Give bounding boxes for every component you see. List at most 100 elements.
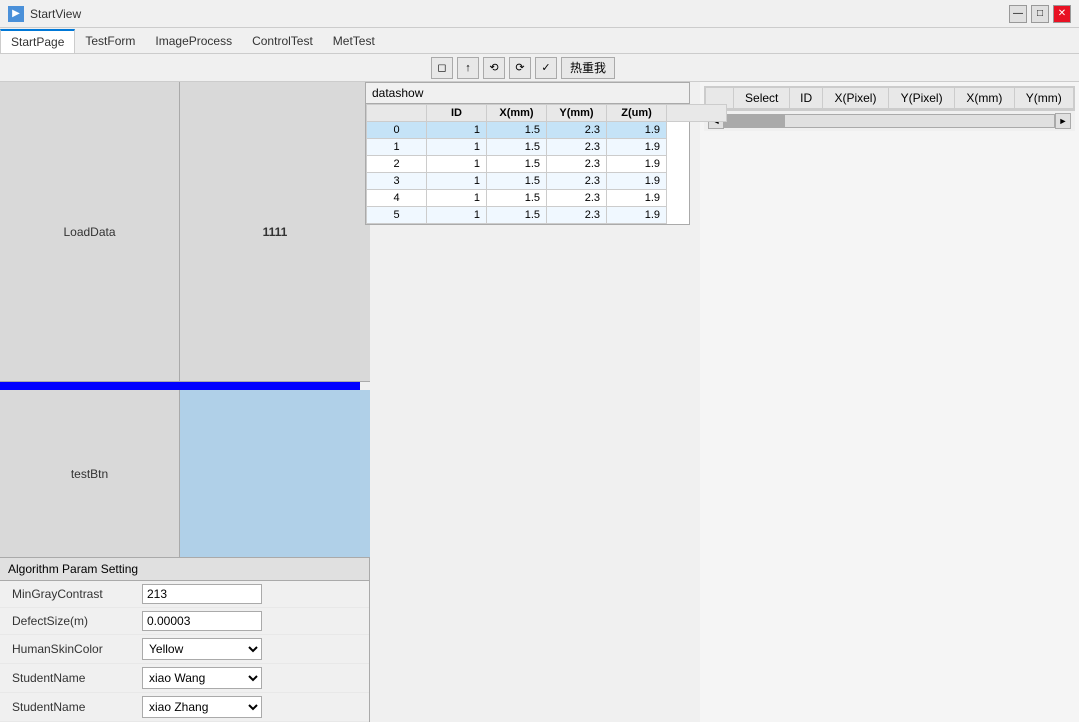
datashow-cell-y: 2.3 bbox=[547, 207, 607, 224]
data-value-display: 1111 bbox=[180, 82, 370, 381]
datashow-cell-rownum: 5 bbox=[367, 207, 427, 224]
algo-title: Algorithm Param Setting bbox=[0, 558, 369, 581]
datashow-cell-id: 1 bbox=[427, 122, 487, 139]
right-panel: Select ID X(Pixel) Y(Pixel) X(mm) Y(mm) … bbox=[700, 82, 1079, 722]
minimize-button[interactable]: — bbox=[1009, 5, 1027, 23]
datashow-cell-id: 1 bbox=[427, 139, 487, 156]
datashow-table: ID X(mm) Y(mm) Z(um) 0 1 1.5 2.3 1.9 1 1… bbox=[366, 104, 727, 224]
bottom-area: testBtn bbox=[0, 390, 370, 557]
datashow-row[interactable]: 1 1 1.5 2.3 1.9 bbox=[367, 139, 727, 156]
algo-row-mingray: MinGrayContrast bbox=[0, 581, 369, 608]
right-col-id: ID bbox=[790, 88, 822, 109]
algo-select-student2[interactable]: xiao Wang xiao Zhang bbox=[142, 696, 262, 718]
scroll-track[interactable] bbox=[724, 114, 1055, 128]
toolbar: ◻ ↑ ⟲ ⟳ ✓ 热重我 bbox=[0, 54, 1079, 82]
datashow-row[interactable]: 3 1 1.5 2.3 1.9 bbox=[367, 173, 727, 190]
datashow-cell-z: 1.9 bbox=[607, 156, 667, 173]
datashow-col-row bbox=[367, 105, 427, 122]
menu-controltest[interactable]: ControlTest bbox=[242, 30, 323, 52]
scroll-thumb bbox=[725, 115, 785, 127]
datashow-cell-z: 1.9 bbox=[607, 122, 667, 139]
toolbar-hot-reload[interactable]: 热重我 bbox=[561, 57, 615, 79]
menu-mettest[interactable]: MetTest bbox=[323, 30, 385, 52]
algo-label-skincolor: HumanSkinColor bbox=[12, 642, 142, 656]
toolbar-btn-redo[interactable]: ⟳ bbox=[509, 57, 531, 79]
test-btn-button[interactable]: testBtn bbox=[0, 390, 180, 557]
datashow-cell-rownum: 3 bbox=[367, 173, 427, 190]
datashow-cell-rownum: 2 bbox=[367, 156, 427, 173]
datashow-cell-x: 1.5 bbox=[487, 122, 547, 139]
menu-startpage[interactable]: StartPage bbox=[0, 29, 75, 53]
h-scrollbar[interactable]: ◄ ► bbox=[704, 110, 1075, 131]
algo-input-mingray[interactable] bbox=[142, 584, 262, 604]
datashow-cell-rownum: 0 bbox=[367, 122, 427, 139]
algo-select-student1[interactable]: xiao Wang xiao Zhang bbox=[142, 667, 262, 689]
title-bar: ▶ StartView — □ ✕ bbox=[0, 0, 1079, 28]
window-controls: — □ ✕ bbox=[1009, 5, 1071, 23]
datashow-col-scroll bbox=[667, 105, 727, 122]
right-col-xmm: X(mm) bbox=[955, 88, 1014, 109]
datashow-cell-rownum: 1 bbox=[367, 139, 427, 156]
datashow-cell-id: 1 bbox=[427, 156, 487, 173]
algo-label-defect: DefectSize(m) bbox=[12, 614, 142, 628]
datashow-cell-x: 1.5 bbox=[487, 139, 547, 156]
datashow-cell-y: 2.3 bbox=[547, 122, 607, 139]
algo-row-student2: StudentName xiao Wang xiao Zhang bbox=[0, 693, 369, 722]
datashow-col-y: Y(mm) bbox=[547, 105, 607, 122]
load-data-button[interactable]: LoadData bbox=[0, 82, 180, 381]
datashow-col-id: ID bbox=[427, 105, 487, 122]
datashow-cell-z: 1.9 bbox=[607, 190, 667, 207]
datashow-panel: datashow ID X(mm) Y(mm) Z(um) 0 1 1.5 2.… bbox=[365, 82, 690, 225]
algo-row-student1: StudentName xiao Wang xiao Zhang bbox=[0, 664, 369, 693]
menu-bar: StartPage TestForm ImageProcess ControlT… bbox=[0, 28, 1079, 54]
datashow-col-x: X(mm) bbox=[487, 105, 547, 122]
toolbar-btn-up[interactable]: ↑ bbox=[457, 57, 479, 79]
toolbar-btn-undo[interactable]: ⟲ bbox=[483, 57, 505, 79]
datashow-cell-id: 1 bbox=[427, 173, 487, 190]
left-column: LoadData 1111 testBtn Algorithm Param Se… bbox=[0, 82, 370, 722]
algo-label-student1: StudentName bbox=[12, 671, 142, 685]
datashow-cell-x: 1.5 bbox=[487, 173, 547, 190]
datashow-cell-z: 1.9 bbox=[607, 207, 667, 224]
algo-select-skincolor[interactable]: Yellow Brown Dark bbox=[142, 638, 262, 660]
datashow-row[interactable]: 5 1 1.5 2.3 1.9 bbox=[367, 207, 727, 224]
app-icon: ▶ bbox=[8, 6, 24, 22]
algo-panel: Algorithm Param Setting MinGrayContrast … bbox=[0, 557, 370, 722]
right-col-xpix: X(Pixel) bbox=[822, 88, 888, 109]
datashow-col-z: Z(um) bbox=[607, 105, 667, 122]
preview-area bbox=[180, 390, 370, 557]
right-col-select: Select bbox=[734, 88, 790, 109]
datashow-cell-x: 1.5 bbox=[487, 156, 547, 173]
datashow-cell-y: 2.3 bbox=[547, 139, 607, 156]
menu-testform[interactable]: TestForm bbox=[75, 30, 145, 52]
datashow-cell-y: 2.3 bbox=[547, 190, 607, 207]
right-table-scroll[interactable]: Select ID X(Pixel) Y(Pixel) X(mm) Y(mm) bbox=[704, 86, 1075, 110]
datashow-cell-id: 1 bbox=[427, 207, 487, 224]
datashow-cell-z: 1.9 bbox=[607, 173, 667, 190]
toolbar-btn-check[interactable]: ✓ bbox=[535, 57, 557, 79]
algo-input-defect[interactable] bbox=[142, 611, 262, 631]
menu-imageprocess[interactable]: ImageProcess bbox=[145, 30, 242, 52]
algo-label-student2: StudentName bbox=[12, 700, 142, 714]
datashow-cell-y: 2.3 bbox=[547, 173, 607, 190]
scroll-right-arrow[interactable]: ► bbox=[1055, 113, 1071, 129]
datashow-cell-id: 1 bbox=[427, 190, 487, 207]
algo-row-skincolor: HumanSkinColor Yellow Brown Dark bbox=[0, 635, 369, 664]
load-area: LoadData 1111 bbox=[0, 82, 370, 382]
algo-label-mingray: MinGrayContrast bbox=[12, 587, 142, 601]
datashow-cell-z: 1.9 bbox=[607, 139, 667, 156]
close-button[interactable]: ✕ bbox=[1053, 5, 1071, 23]
right-table: Select ID X(Pixel) Y(Pixel) X(mm) Y(mm) bbox=[705, 87, 1074, 109]
datashow-cell-y: 2.3 bbox=[547, 156, 607, 173]
datashow-title: datashow bbox=[366, 83, 689, 104]
maximize-button[interactable]: □ bbox=[1031, 5, 1049, 23]
datashow-row[interactable]: 2 1 1.5 2.3 1.9 bbox=[367, 156, 727, 173]
app-title: StartView bbox=[30, 7, 81, 21]
toolbar-btn-select[interactable]: ◻ bbox=[431, 57, 453, 79]
right-col-ymm: Y(mm) bbox=[1014, 88, 1073, 109]
algo-row-defect: DefectSize(m) bbox=[0, 608, 369, 635]
datashow-row[interactable]: 0 1 1.5 2.3 1.9 bbox=[367, 122, 727, 139]
datashow-cell-rownum: 4 bbox=[367, 190, 427, 207]
datashow-row[interactable]: 4 1 1.5 2.3 1.9 bbox=[367, 190, 727, 207]
main-content: LoadData 1111 testBtn Algorithm Param Se… bbox=[0, 82, 1079, 722]
